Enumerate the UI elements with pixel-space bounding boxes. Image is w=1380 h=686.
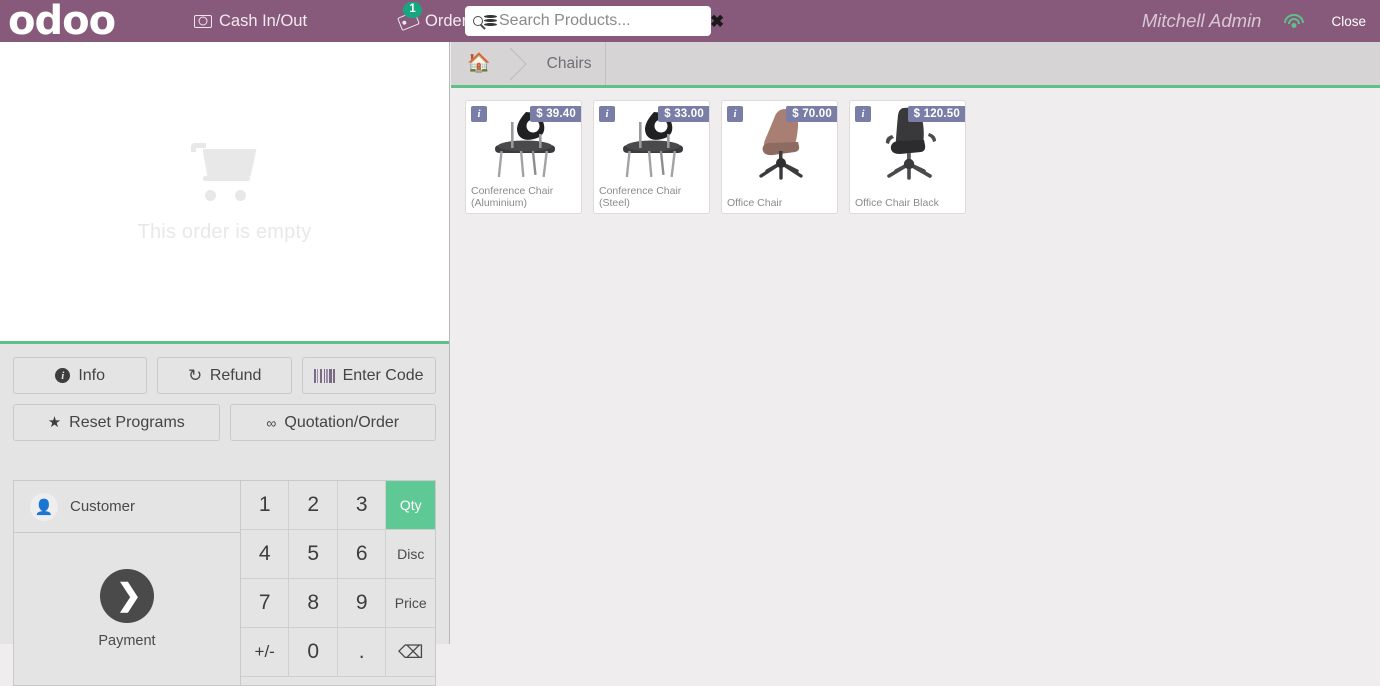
breadcrumb-end-divider [605, 42, 606, 85]
numpad-key-2[interactable]: 2 [289, 481, 338, 530]
product-card[interactable]: i $ 120.50 Office Chair Black [849, 100, 966, 214]
odoo-logo[interactable]: odoo [8, 1, 122, 41]
order-panel: This order is empty i Info ↺ Refund Ente… [0, 42, 450, 644]
breadcrumb-separator-icon [497, 42, 527, 85]
numpad-key-sign[interactable]: +/- [241, 628, 290, 677]
numpad-mode-disc[interactable]: Disc [386, 530, 435, 579]
barcode-icon [314, 369, 334, 383]
customer-label: Customer [70, 498, 135, 515]
product-info-icon[interactable]: i [471, 106, 487, 122]
search-bar[interactable]: ✖ [465, 6, 711, 36]
breadcrumb: 🏠 Chairs [451, 42, 1380, 88]
customer-payment-column: 👤 Customer ❯ Payment [14, 481, 240, 685]
enter-code-button[interactable]: Enter Code [302, 357, 436, 394]
shopping-cart-icon [189, 139, 261, 201]
numpad: 1 2 3 Qty 4 5 6 Disc 7 8 9 Price +/- 0 .… [240, 481, 435, 685]
top-navbar: odoo Cash In/Out 1 Orders ✖ Mitchell Adm… [0, 0, 1380, 42]
numpad-mode-qty[interactable]: Qty [386, 481, 435, 530]
reset-programs-label: Reset Programs [69, 414, 185, 432]
info-button[interactable]: i Info [13, 357, 147, 394]
action-row-2: ★ Reset Programs ∞ Quotation/Order [13, 404, 436, 441]
banknote-icon [194, 15, 212, 28]
product-price: $ 39.40 [530, 106, 581, 122]
product-price: $ 70.00 [786, 106, 837, 122]
product-card[interactable]: i $ 39.40 Conference Chair (Aluminium) [465, 100, 582, 214]
person-icon: 👤 [30, 493, 58, 521]
cash-in-out-button[interactable]: Cash In/Out [184, 0, 317, 42]
payment-label: Payment [98, 633, 155, 649]
numpad-mode-price[interactable]: Price [386, 579, 435, 628]
numpad-key-decimal[interactable]: . [338, 628, 387, 677]
numpad-key-1[interactable]: 1 [241, 481, 290, 530]
cash-in-out-label: Cash In/Out [219, 12, 307, 31]
enter-code-label: Enter Code [343, 367, 424, 385]
numpad-key-7[interactable]: 7 [241, 579, 290, 628]
reset-programs-button[interactable]: ★ Reset Programs [13, 404, 220, 441]
payment-button[interactable]: ❯ Payment [14, 533, 240, 685]
product-info-icon[interactable]: i [855, 106, 871, 122]
clear-search-icon[interactable]: ✖ [706, 13, 728, 30]
info-circle-icon: i [55, 368, 70, 383]
refund-label: Refund [210, 367, 262, 385]
numpad-key-0[interactable]: 0 [289, 628, 338, 677]
breadcrumb-category[interactable]: Chairs [527, 42, 606, 85]
topbar-right-group: Mitchell Admin Close [1142, 0, 1380, 42]
breadcrumb-home[interactable]: 🏠 [451, 42, 497, 85]
numpad-backspace-icon[interactable]: ⌫ [386, 628, 435, 677]
empty-order-message: This order is empty [138, 221, 312, 244]
quotation-order-label: Quotation/Order [284, 414, 399, 432]
customer-selector[interactable]: 👤 Customer [14, 481, 240, 533]
product-name: Conference Chair (Steel) [599, 185, 705, 209]
customer-payment-numpad: 👤 Customer ❯ Payment 1 2 3 Qty 4 5 6 Dis… [13, 480, 436, 686]
quotation-order-button[interactable]: ∞ Quotation/Order [230, 404, 437, 441]
product-name: Office Chair [727, 197, 833, 209]
order-lines-area: This order is empty [0, 42, 449, 344]
product-name: Conference Chair (Aluminium) [471, 185, 577, 209]
close-button[interactable]: Close [1331, 14, 1366, 29]
product-info-icon[interactable]: i [727, 106, 743, 122]
numpad-key-6[interactable]: 6 [338, 530, 387, 579]
search-icon [473, 16, 483, 26]
username-label[interactable]: Mitchell Admin [1142, 10, 1262, 32]
order-action-buttons: i Info ↺ Refund Enter Code ★ Reset Progr… [0, 347, 449, 451]
numpad-key-5[interactable]: 5 [289, 530, 338, 579]
product-name: Office Chair Black [855, 197, 961, 209]
refund-button[interactable]: ↺ Refund [157, 357, 291, 394]
chevron-right-icon: ❯ [100, 569, 154, 623]
numpad-key-9[interactable]: 9 [338, 579, 387, 628]
wifi-icon [1283, 13, 1305, 29]
info-label: Info [78, 367, 105, 385]
undo-arrow-icon: ↺ [188, 367, 202, 384]
chain-link-icon: ∞ [266, 416, 276, 430]
product-grid: i $ 39.40 Conference Chair (Aluminium) [451, 88, 1380, 214]
numpad-key-8[interactable]: 8 [289, 579, 338, 628]
database-stack-icon [484, 14, 497, 28]
numpad-key-3[interactable]: 3 [338, 481, 387, 530]
product-card[interactable]: i $ 33.00 Conference Chair (Steel) [593, 100, 710, 214]
home-icon: 🏠 [467, 54, 491, 73]
search-input[interactable] [499, 12, 706, 30]
orders-count-badge: 1 [403, 2, 422, 18]
action-row-1: i Info ↺ Refund Enter Code [13, 357, 436, 394]
product-card[interactable]: i $ 70.00 Office Chair [721, 100, 838, 214]
numpad-key-4[interactable]: 4 [241, 530, 290, 579]
star-icon: ★ [48, 415, 61, 430]
product-price: $ 33.00 [658, 106, 709, 122]
product-info-icon[interactable]: i [599, 106, 615, 122]
product-price: $ 120.50 [908, 106, 965, 122]
product-panel: 🏠 Chairs i $ 39.40 [451, 42, 1380, 644]
